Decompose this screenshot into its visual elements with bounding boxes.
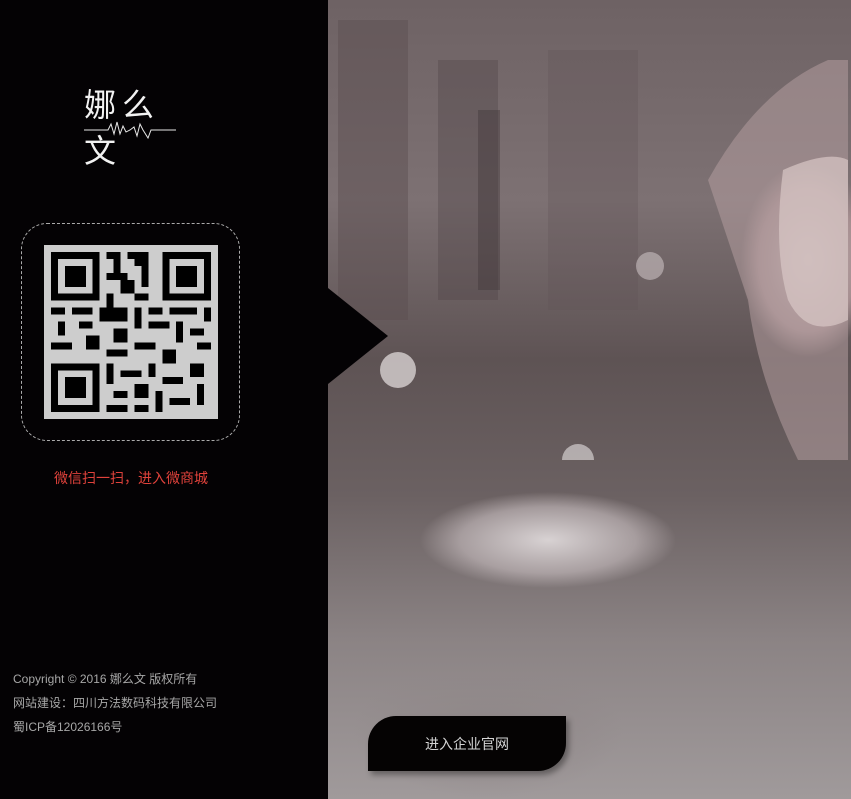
heartbeat-wave-icon (84, 121, 176, 140)
qr-code-icon[interactable] (44, 245, 218, 419)
footer-icp: 蜀ICP备12026166号 (13, 720, 123, 734)
arrow-pointer-icon (328, 288, 388, 384)
footer-copyright: Copyright © 2016 娜么文 版权所有 (13, 672, 198, 686)
enter-corporate-site-button[interactable]: 进入企业官网 (368, 716, 566, 771)
footer-builder: 网站建设：四川方法数码科技有限公司 (13, 696, 218, 710)
brand-logo[interactable]: 娜么文 (80, 78, 184, 170)
sidebar: 娜么文 微信扫一扫，进入微商城 Copyright © 2016 娜么文 版权所… (0, 0, 328, 799)
hero-photo (328, 0, 851, 799)
qr-caption: 微信扫一扫，进入微商城 (54, 470, 208, 486)
hero-photo-background (338, 20, 848, 460)
footer: Copyright © 2016 娜么文 版权所有 网站建设：四川方法数码科技有… (13, 667, 217, 739)
